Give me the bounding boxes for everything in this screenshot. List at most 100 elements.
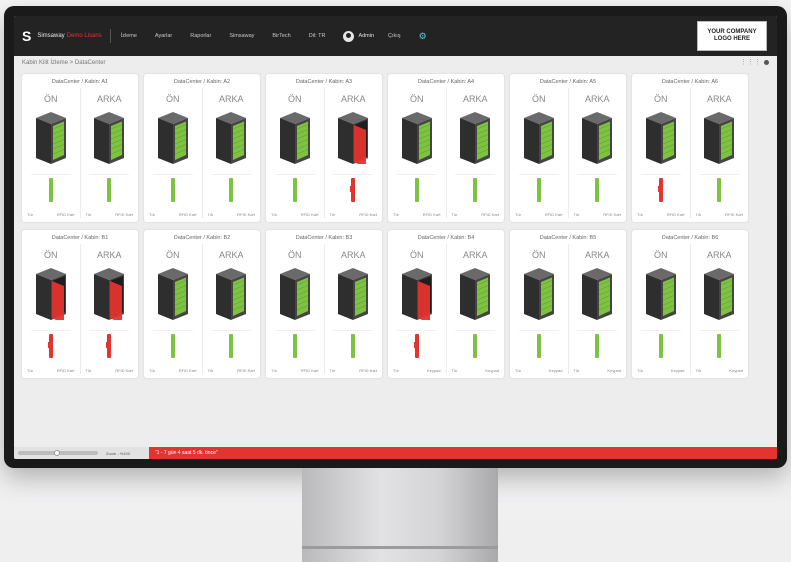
cabinet-card[interactable]: DataCenter / Kabin: B4 ÖN Tür Keypad ARKA Tür… <box>388 230 504 378</box>
access-source-label: RFID Kart <box>422 212 441 217</box>
rack-closed-icon <box>523 268 554 320</box>
cabinet-card[interactable]: DataCenter / Kabin: A2 ÖN Tür RFID Kart ARKA… <box>144 74 260 222</box>
access-source-label: RFID Kart <box>178 212 197 217</box>
side-label: ARKA <box>96 94 122 104</box>
rack-closed-icon <box>338 268 369 320</box>
user-menu[interactable]: Admin <box>343 30 375 42</box>
rack-closed-icon <box>157 112 188 164</box>
lock-status <box>152 330 193 360</box>
cabinet-side-back[interactable]: ARKA Tür RFID Kart <box>323 88 383 218</box>
lock-closed-icon <box>292 177 298 202</box>
cabinet-card[interactable]: DataCenter / Kabin: B3 ÖN Tür RFID Kart ARKA… <box>266 230 382 378</box>
zoom-slider-handle[interactable] <box>54 450 60 456</box>
lock-status <box>333 174 374 204</box>
cabinet-card[interactable]: DataCenter / Kabin: A6 ÖN Tür RFID Kart ARKA… <box>632 74 748 222</box>
access-source-label: RFID Kart <box>359 368 377 373</box>
cabinet-side-front[interactable]: ÖN Tür RFID Kart <box>388 88 446 218</box>
cabinet-card[interactable]: DataCenter / Kabin: B5 ÖN Tür Keypad ARKA Tür… <box>510 230 626 378</box>
cabinet-card[interactable]: DataCenter / Kabin: A5 ÖN Tür RFID Kart ARKA… <box>510 74 626 222</box>
side-meta: Tür RFID Kart <box>203 368 261 373</box>
lock-closed-icon <box>716 333 722 358</box>
cabinet-side-back[interactable]: ARKA Tür RFID Kart <box>201 88 261 218</box>
cabinet-side-back[interactable]: ARKA Tür RFID Kart <box>689 88 749 218</box>
alarm-bar[interactable]: “1 - 7 gün 4 saat 5 dk. önce” <box>149 447 777 459</box>
logout-link[interactable]: Çıkış <box>388 33 401 39</box>
cabinet-side-front[interactable]: ÖN Tür RFID Kart <box>266 88 324 218</box>
cabinet-side-back[interactable]: ARKA Tür RFID Kart <box>567 88 627 218</box>
cabinet-body: ÖN Tür RFID Kart ARKA Tür RFID Kart <box>22 244 138 374</box>
nav-item-simsaway[interactable]: Simsaway <box>229 33 254 39</box>
lock-status <box>640 330 681 360</box>
nav-item-language[interactable]: Dil: TR <box>309 33 326 39</box>
cabinet-card[interactable]: DataCenter / Kabin: A3 ÖN Tür RFID Kart ARKA… <box>266 74 382 222</box>
cabinet-side-front[interactable]: ÖN Tür Keypad <box>388 244 446 374</box>
access-source-label: RFID Kart <box>300 368 319 373</box>
cabinet-title: DataCenter / Kabin: B6 <box>661 235 719 241</box>
cabinet-side-back[interactable]: ARKA Tür Keypad <box>445 244 505 374</box>
view-toggle[interactable]: ⋮⋮⋮ <box>740 58 769 66</box>
cabinet-side-back[interactable]: ARKA Tür Keypad <box>689 244 749 374</box>
cabinet-side-front[interactable]: ÖN Tür RFID Kart <box>510 88 568 218</box>
door-status-label: Tür <box>393 212 399 217</box>
side-meta: Tür RFID Kart <box>388 212 446 217</box>
cabinet-side-front[interactable]: ÖN Tür RFID Kart <box>144 88 202 218</box>
side-label: ARKA <box>462 94 488 104</box>
door-status-label: Tür <box>637 368 643 373</box>
cabinet-side-front[interactable]: ÖN Tür RFID Kart <box>632 88 690 218</box>
cabinet-card[interactable]: DataCenter / Kabin: B2 ÖN Tür RFID Kart ARKA… <box>144 230 260 378</box>
cabinet-body: ÖN Tür RFID Kart ARKA Tür RFID Kart <box>266 88 382 218</box>
cabinet-side-back[interactable]: ARKA Tür RFID Kart <box>201 244 261 374</box>
rack-closed-icon <box>704 268 735 320</box>
cabinet-title: DataCenter / Kabin: A1 <box>51 79 109 85</box>
cabinet-side-front[interactable]: ÖN Tür RFID Kart <box>22 88 80 218</box>
cabinet-side-front[interactable]: ÖN Tür Keypad <box>510 244 568 374</box>
zoom-control[interactable]: Zoom - %100 <box>14 447 149 459</box>
grid-view-icon[interactable]: ⋮⋮⋮ <box>740 58 761 66</box>
side-meta: Tür Keypad <box>691 368 749 373</box>
cabinet-card[interactable]: DataCenter / Kabin: A1 ÖN Tür RFID Kart ARKA… <box>22 74 138 222</box>
access-source-label: RFID Kart <box>56 212 75 217</box>
cabinet-card[interactable]: DataCenter / Kabin: B1 ÖN Tür RFID Kart ARKA… <box>22 230 138 378</box>
cabinet-card[interactable]: DataCenter / Kabin: B6 ÖN Tür Keypad ARKA Tür… <box>632 230 748 378</box>
side-meta: Tür RFID Kart <box>22 368 80 373</box>
access-source-label: Keypad <box>426 368 441 373</box>
rack-open-icon <box>338 112 369 168</box>
cabinet-side-back[interactable]: ARKA Tür RFID Kart <box>79 244 139 374</box>
rack-closed-icon <box>157 268 188 320</box>
gear-icon[interactable]: ⚙ <box>419 31 427 42</box>
lock-open-icon <box>350 177 356 202</box>
cabinet-side-front[interactable]: ÖN Tür RFID Kart <box>144 244 202 374</box>
cabinet-body: ÖN Tür Keypad ARKA Tür Keypad <box>510 244 626 374</box>
side-label: ÖN <box>410 250 424 260</box>
cabinet-body: ÖN Tür RFID Kart ARKA Tür RFID Kart <box>632 88 748 218</box>
door-status-label: Tür <box>695 368 702 373</box>
lock-status <box>455 330 496 360</box>
list-view-icon[interactable] <box>764 59 769 65</box>
nav-item-ayarlar[interactable]: Ayarlar <box>155 33 172 39</box>
side-label: ÖN <box>166 94 180 104</box>
cabinet-side-back[interactable]: ARKA Tür RFID Kart <box>79 88 139 218</box>
side-meta: Tür Keypad <box>510 368 568 373</box>
cabinet-title: DataCenter / Kabin: A3 <box>295 79 353 85</box>
cabinet-side-back[interactable]: ARKA Tür RFID Kart <box>445 88 505 218</box>
nav-item-izleme[interactable]: İzleme <box>121 33 137 39</box>
lock-status <box>577 330 618 360</box>
user-icon <box>343 30 355 42</box>
nav-item-birtech[interactable]: BirTech <box>272 33 290 39</box>
access-source-label: Keypad <box>670 368 685 373</box>
cabinet-side-back[interactable]: ARKA Tür Keypad <box>567 244 627 374</box>
zoom-slider[interactable] <box>18 450 98 456</box>
cabinet-side-front[interactable]: ÖN Tür RFID Kart <box>266 244 324 374</box>
side-label: ARKA <box>584 94 610 104</box>
cabinet-card[interactable]: DataCenter / Kabin: A4 ÖN Tür RFID Kart ARKA… <box>388 74 504 222</box>
cabinet-side-front[interactable]: ÖN Tür Keypad <box>632 244 690 374</box>
cabinet-side-front[interactable]: ÖN Tür RFID Kart <box>22 244 80 374</box>
cabinet-side-back[interactable]: ARKA Tür RFID Kart <box>323 244 383 374</box>
alarm-text: “1 - 7 gün 4 saat 5 dk. önce” <box>155 450 218 456</box>
door-status-label: Tür <box>573 368 580 373</box>
side-label: ARKA <box>584 250 610 260</box>
lock-closed-icon <box>594 333 600 358</box>
nav-item-raporlar[interactable]: Raporlar <box>190 33 211 39</box>
lock-closed-icon <box>292 333 298 358</box>
user-name: Admin <box>358 33 375 39</box>
